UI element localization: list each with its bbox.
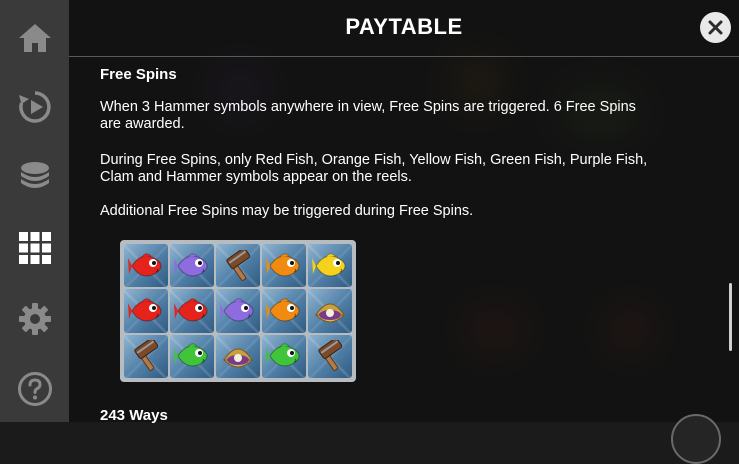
panel-header: PAYTABLE	[69, 0, 739, 57]
home-icon	[18, 24, 51, 52]
reel-symbol-hammer	[124, 334, 168, 378]
settings-button[interactable]	[0, 292, 69, 346]
reel-symbol-orange-fish	[262, 289, 306, 333]
orange-fish-icon	[266, 298, 300, 322]
hammer-icon	[318, 340, 343, 372]
red-fish-icon	[128, 298, 162, 322]
bet-button[interactable]	[0, 150, 69, 204]
clam-icon	[222, 348, 254, 368]
reel-symbol-clam	[216, 334, 260, 378]
yellow-fish-icon	[312, 252, 346, 277]
page-title: PAYTABLE	[345, 14, 463, 39]
reel-symbol-hammer	[308, 334, 352, 378]
orange-fish-icon	[266, 252, 300, 277]
reel-symbol-orange-fish	[262, 244, 306, 288]
autoplay-button[interactable]	[0, 80, 69, 134]
free-spins-retrigger-text: Additional Free Spins may be triggered d…	[100, 203, 474, 219]
paytable-panel: PAYTABLE Free Spins When 3 Hammer symbol…	[69, 0, 739, 464]
reel-symbol-clam	[308, 289, 352, 333]
green-fish-icon	[266, 343, 300, 367]
free-spins-trigger-text: When 3 Hammer symbols anywhere in view, …	[100, 99, 636, 132]
reel-symbol-red-fish	[170, 289, 214, 333]
hammer-icon	[134, 340, 159, 372]
help-button[interactable]	[0, 362, 69, 416]
section-title-free-spins: Free Spins	[100, 66, 177, 83]
hammer-icon	[226, 249, 251, 281]
clam-icon	[314, 303, 346, 323]
reel-symbol-purple-fish	[216, 289, 260, 333]
sidebar	[0, 0, 69, 422]
reel-symbol-purple-fish	[170, 244, 214, 288]
close-icon	[708, 20, 723, 35]
reel-symbol-hammer	[216, 244, 260, 288]
gear-icon	[18, 303, 51, 335]
reel-symbol-red-fish	[124, 289, 168, 333]
paytable-grid-icon	[18, 232, 51, 264]
purple-fish-icon	[174, 252, 208, 277]
home-button[interactable]	[0, 11, 69, 65]
reel-symbol-yellow-fish	[308, 244, 352, 288]
reel-symbol-green-fish	[170, 334, 214, 378]
red-fish-icon	[174, 298, 208, 322]
scrollbar-thumb[interactable]	[729, 283, 732, 351]
coin-stack-icon	[20, 162, 49, 188]
paytable-button[interactable]	[0, 221, 69, 275]
close-button[interactable]	[700, 12, 731, 43]
red-fish-icon	[128, 252, 162, 277]
purple-fish-icon	[220, 298, 254, 322]
reel-symbol-red-fish	[124, 244, 168, 288]
section-title-243-ways: 243 Ways	[100, 407, 168, 424]
autoplay-icon	[18, 91, 51, 123]
reel-symbol-green-fish	[262, 334, 306, 378]
free-spins-symbols-text: During Free Spins, only Red Fish, Orange…	[100, 152, 648, 185]
example-reels-image	[120, 240, 356, 382]
green-fish-icon	[174, 343, 208, 367]
help-icon	[17, 372, 52, 406]
